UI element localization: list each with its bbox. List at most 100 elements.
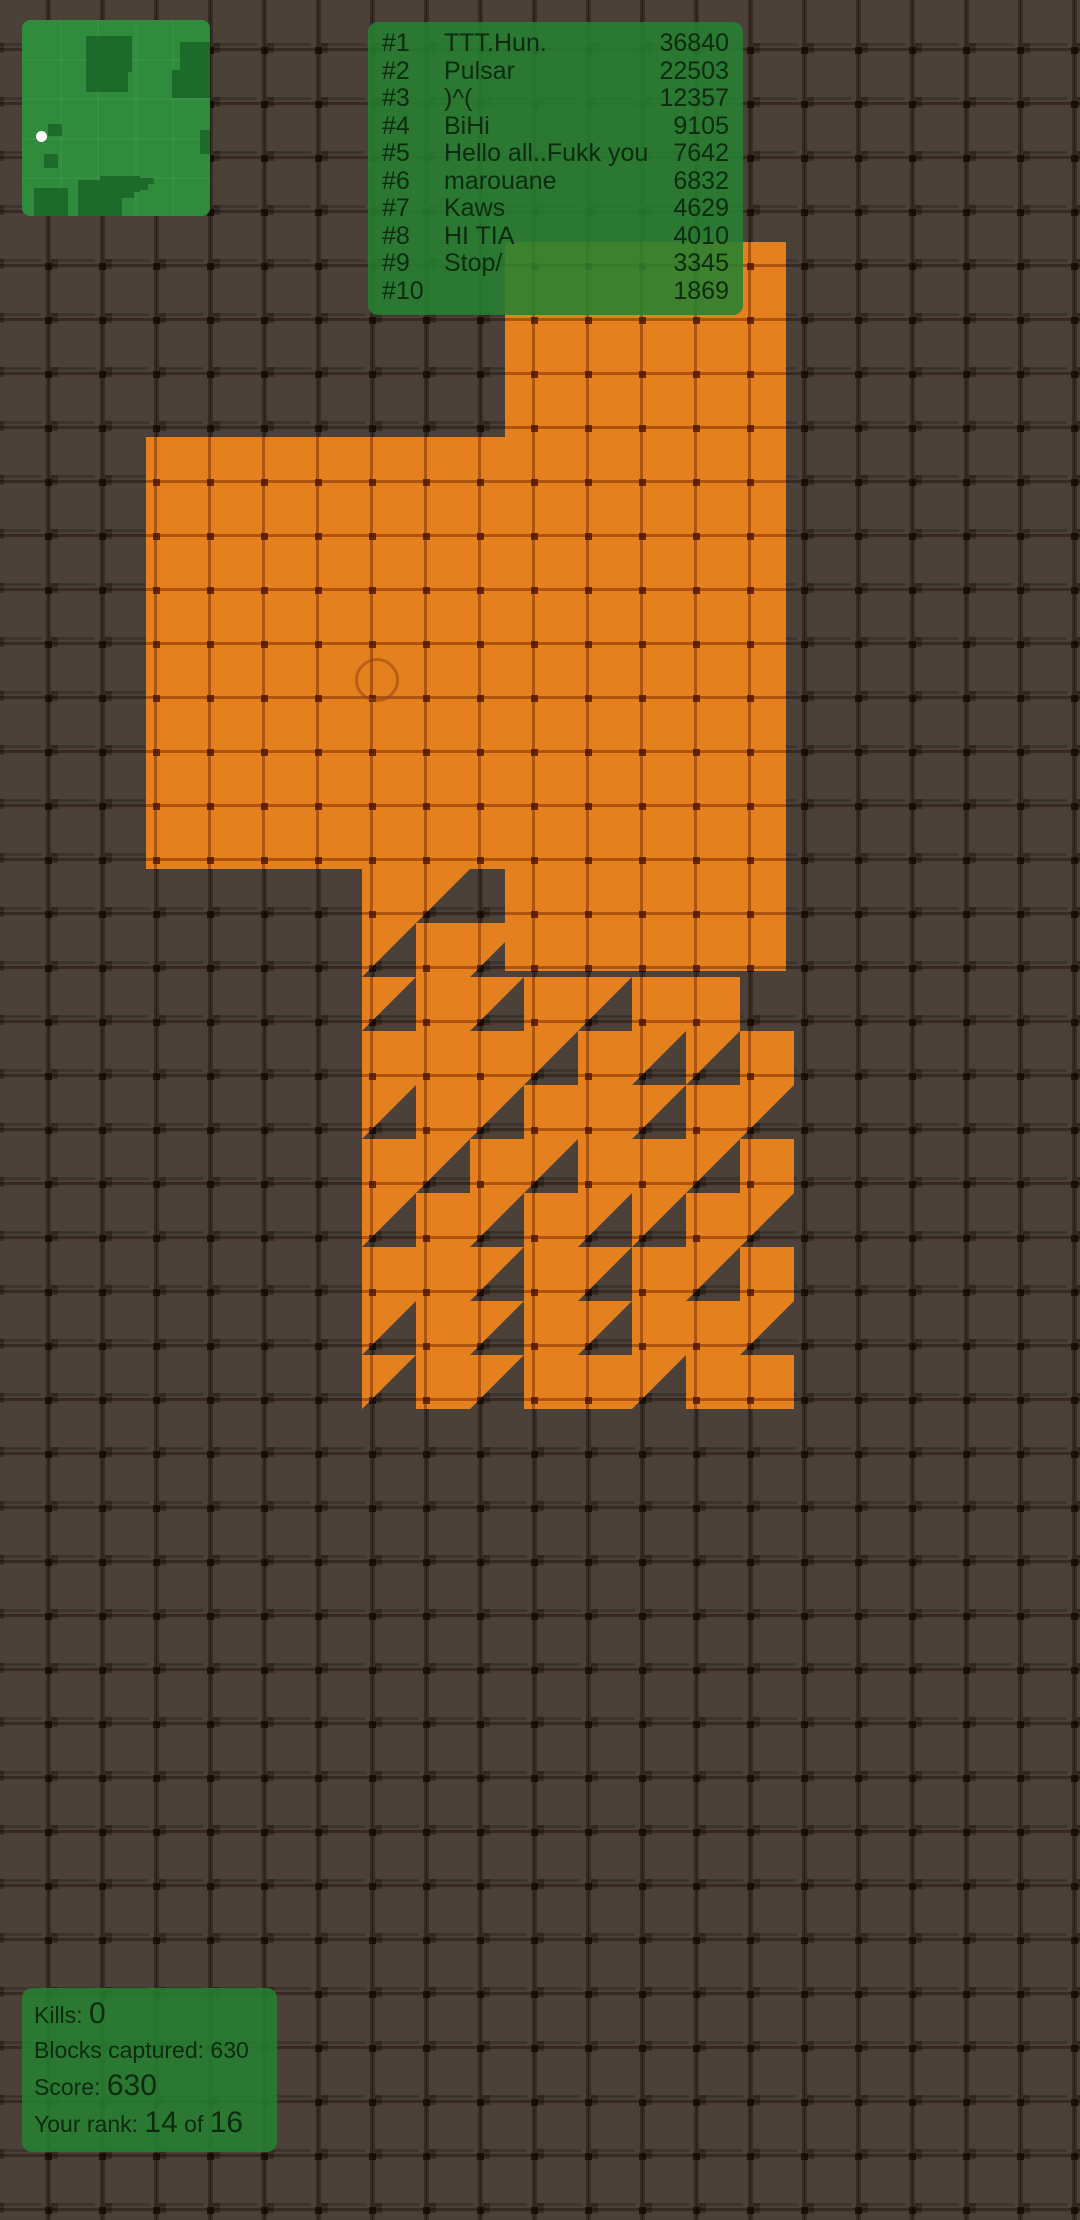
territory-edge-tile: [577, 1030, 632, 1085]
territory-edge-tile: [361, 922, 416, 977]
leaderboard-player-name: marouane: [444, 167, 557, 195]
territory-edge-tile: [523, 1300, 578, 1355]
territory-edge-tile: [631, 1030, 686, 1085]
leaderboard-rank: #9: [382, 249, 410, 277]
player-marker: [355, 658, 399, 702]
territory-edge-tile: [739, 1030, 794, 1085]
territory-edge-tile: [361, 1138, 416, 1193]
territory-edge-tile: [361, 1354, 416, 1409]
leaderboard-row: #9 Stop/3345: [382, 249, 729, 278]
game-screen: #1 TTT.Hun. 36840 #2 Pulsar 22503 #3)^(12357 #4…: [0, 0, 1080, 2220]
stat-score: Score: 630: [34, 2068, 265, 2105]
territory-edge-tile: [577, 1300, 632, 1355]
territory-edge-tile: [739, 1354, 794, 1409]
territory-edge-tile: [577, 1354, 632, 1409]
leaderboard-row: #2 Pulsar 22503: [382, 56, 729, 86]
territory-edge-tile: [685, 1138, 740, 1193]
stat-your-rank: Your rank: 14 of 16: [34, 2105, 265, 2142]
leaderboard-player-name: Kaws: [444, 195, 506, 222]
territory-edge-tile: [631, 1138, 686, 1193]
leaderboard-row: #8 HI TIA 4010: [382, 221, 729, 251]
territory-edge-tile: [739, 1192, 794, 1247]
territory-edge-tile: [415, 1246, 470, 1301]
leaderboard-rank: #7: [382, 194, 410, 222]
minimap-player-dot: [36, 131, 47, 142]
territory-edge-tile: [415, 1300, 470, 1355]
territory-edge-tile: [685, 1354, 740, 1409]
stats-panel: Kills: 0 Blocks captured: 630 Score: 630…: [22, 1988, 277, 2152]
territory-edge-tile: [415, 868, 470, 923]
leaderboard-player-name: TTT.Hun.: [444, 30, 547, 57]
territory-edge-tile: [415, 1084, 470, 1139]
minimap[interactable]: [22, 20, 210, 216]
score-label: Score:: [34, 2074, 101, 2100]
territory-edge-tile: [415, 922, 470, 977]
leaderboard-rank: #5: [382, 139, 410, 167]
territory-edge-tile: [415, 1192, 470, 1247]
leaderboard-score: 3345: [673, 249, 729, 277]
territory-edge-tile: [685, 1192, 740, 1247]
leaderboard-player-name: )^(: [444, 85, 473, 112]
territory-edge-tile: [469, 1084, 524, 1139]
blocks-label: Blocks captured:: [34, 2037, 205, 2063]
territory-edge-tile: [631, 1246, 686, 1301]
leaderboard-score: 6832: [673, 166, 729, 195]
territory-edge-tile: [739, 1084, 794, 1139]
stat-blocks-captured: Blocks captured: 630: [34, 2033, 265, 2068]
leaderboard-rank: #4: [382, 111, 410, 140]
minimap-territory-blob: [172, 70, 210, 98]
territory-edge-tile: [469, 1246, 524, 1301]
territory-edge-tile: [577, 1138, 632, 1193]
kills-value: 0: [88, 1997, 106, 2030]
minimap-territory-blob: [118, 36, 132, 72]
leaderboard-score: 12357: [659, 84, 729, 112]
territory-edge-tile: [523, 1192, 578, 1247]
territory-edge-tile: [469, 922, 524, 977]
territory-edge-tile: [631, 1354, 686, 1409]
territory-edge-tile: [523, 1030, 578, 1085]
leaderboard-row: #4 BiHi 9105: [382, 111, 729, 141]
leaderboard-score: 4010: [673, 221, 729, 250]
territory-layer: [0, 0, 1080, 2220]
leaderboard-panel: #1 TTT.Hun. 36840 #2 Pulsar 22503 #3)^(12357 #4…: [368, 22, 743, 315]
territory-edge-tile: [739, 1246, 794, 1301]
territory-edge-tile: [577, 1084, 632, 1139]
leaderboard-player-name: HI TIA: [444, 222, 515, 250]
territory-edge-tile: [361, 868, 416, 923]
leaderboard-row: #1 TTT.Hun. 36840: [382, 29, 729, 58]
territory-edge-tile: [631, 1192, 686, 1247]
territory-edge-tile: [361, 976, 416, 1031]
territory-edge-tile: [523, 1246, 578, 1301]
territory-edge-tile: [469, 1354, 524, 1409]
leaderboard-player-name: BiHi: [444, 112, 490, 140]
territory-edge-tile: [415, 1030, 470, 1085]
territory-edge-tile: [631, 1084, 686, 1139]
territory-region: [505, 436, 786, 972]
leaderboard-row: #3)^(12357: [382, 84, 729, 113]
leaderboard-score: 1869: [673, 276, 729, 305]
minimap-territory-blob: [44, 154, 58, 168]
territory-edge-tile: [361, 1246, 416, 1301]
kills-label: Kills:: [34, 2002, 83, 2028]
leaderboard-row: #5 Hello all..Fukk you 7642: [382, 139, 729, 168]
territory-edge-tile: [631, 1300, 686, 1355]
minimap-territory-blob: [200, 130, 210, 154]
territory-edge-tile: [577, 1192, 632, 1247]
minimap-territory-blob: [140, 178, 154, 184]
leaderboard-rank: #2: [382, 56, 410, 85]
leaderboard-rank: #10: [382, 276, 424, 305]
territory-edge-tile: [685, 976, 740, 1031]
territory-edge-tile: [577, 976, 632, 1031]
territory-edge-tile: [685, 1084, 740, 1139]
territory-edge-tile: [523, 1084, 578, 1139]
leaderboard-score: 22503: [659, 56, 729, 85]
territory-edge-tile: [685, 1246, 740, 1301]
territory-edge-tile: [739, 1138, 794, 1193]
territory-edge-tile: [361, 1030, 416, 1085]
rank-value: 14: [144, 2106, 178, 2139]
leaderboard-rank: #8: [382, 221, 410, 250]
territory-edge-tile: [685, 1300, 740, 1355]
leaderboard-rank: #6: [382, 166, 410, 195]
territory-edge-tile: [469, 976, 524, 1031]
leaderboard-row: #6 marouane 6832: [382, 166, 729, 196]
